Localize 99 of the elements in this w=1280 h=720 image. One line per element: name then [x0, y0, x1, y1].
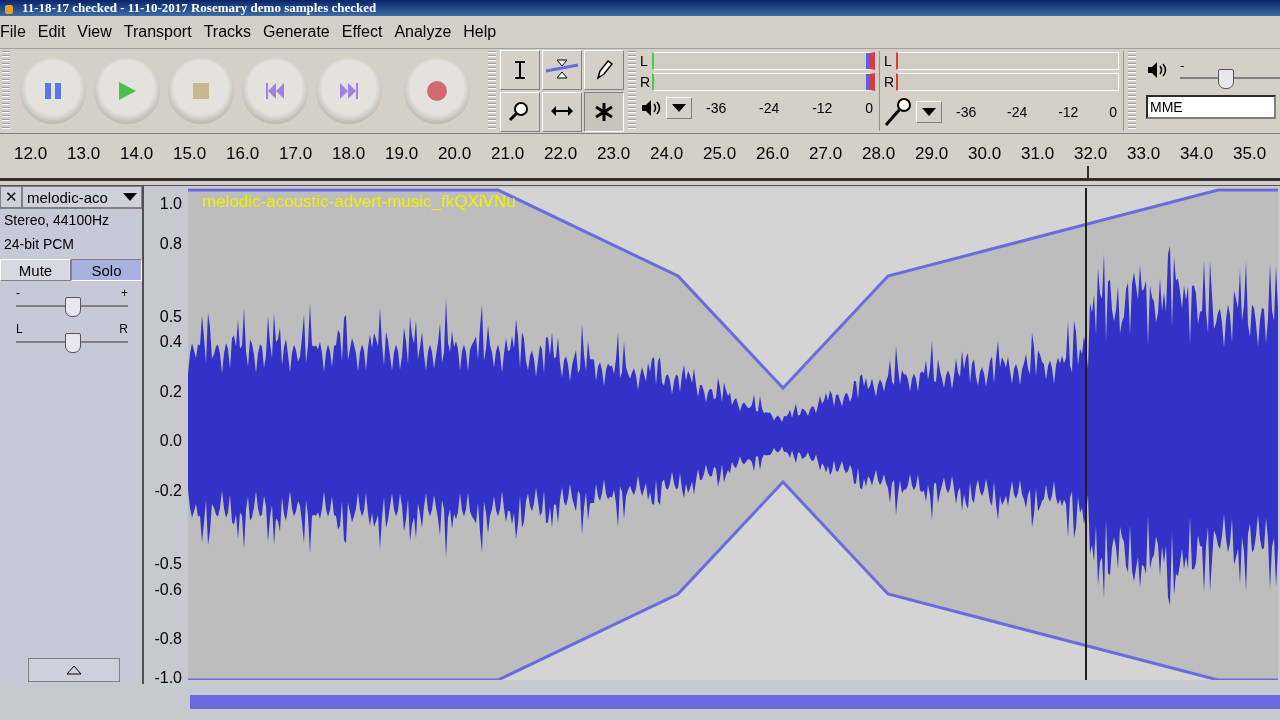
timeline-label: 21.0	[491, 144, 526, 164]
meter-tick-label: -36	[706, 100, 727, 116]
toolbar-grip[interactable]	[488, 51, 497, 131]
meter-tick-label: -12	[1058, 104, 1079, 120]
skip-start-icon	[264, 81, 285, 101]
timeline-label: 33.0	[1127, 144, 1162, 164]
timeline-label: 35.0	[1233, 144, 1268, 164]
collapse-button[interactable]	[28, 658, 120, 682]
timeline-label: 22.0	[544, 144, 579, 164]
menu-item[interactable]: Transport	[123, 23, 204, 41]
gain-slider-thumb[interactable]	[65, 297, 81, 317]
stop-icon	[190, 81, 211, 101]
mute-button[interactable]: Mute	[0, 259, 71, 281]
menu-item[interactable]: Generate	[263, 23, 342, 41]
timeline-label: 29.0	[915, 144, 950, 164]
amplitude-label: 1.0	[159, 196, 182, 212]
timeline-label: 17.0	[279, 144, 314, 164]
timeline-label: 20.0	[438, 144, 473, 164]
channel-label: L	[640, 52, 649, 69]
timeline-label: 15.0	[173, 144, 208, 164]
menu-item[interactable]: View	[77, 23, 124, 41]
skip-end-icon	[338, 81, 359, 101]
meter-tick-label: -24	[759, 100, 780, 116]
amplitude-label: -0.2	[154, 483, 182, 499]
channel-label: R	[884, 73, 894, 90]
speaker-icon	[1146, 60, 1168, 80]
clip-name: melodic-acoustic-advert-music_fkQXiVNu	[202, 192, 516, 212]
track-info-text: 24-bit PCM	[3, 235, 76, 254]
track-name-menu[interactable]: melodic-aco	[22, 186, 142, 208]
window-title: 11-18-17 checked - 11-10-2017 Rosemary demo samples checked	[22, 0, 377, 16]
volume-slider-thumb[interactable]	[1218, 69, 1234, 89]
timeline-label: 14.0	[120, 144, 155, 164]
channel-label: R	[640, 73, 650, 90]
dropdown-button[interactable]	[916, 101, 942, 123]
menu-item[interactable]: Effect	[341, 23, 395, 41]
timeline-label: 18.0	[332, 144, 367, 164]
microphone-icon	[884, 97, 912, 127]
timeline-label: 23.0	[597, 144, 632, 164]
meter-tick-label: 0	[865, 100, 873, 116]
meter-tick-label: -12	[812, 100, 833, 116]
caret-icon	[922, 108, 936, 116]
caret-icon	[123, 193, 137, 201]
menu-item[interactable]: Tracks	[203, 23, 264, 41]
timeline-label: 30.0	[968, 144, 1003, 164]
track-info-text: Stereo, 44100Hz	[3, 211, 111, 230]
menu-item[interactable]: Edit	[37, 23, 78, 41]
timeline-label: 12.0	[14, 144, 49, 164]
pan-min-label: L	[16, 323, 23, 335]
meter-tick-label: -24	[1007, 104, 1028, 120]
amplitude-label: 0.8	[159, 236, 182, 252]
timeline-label: 31.0	[1021, 144, 1056, 164]
toolbar-grip[interactable]	[1128, 51, 1136, 131]
toolbar-grip[interactable]	[628, 51, 636, 131]
minus-label: -	[1180, 61, 1186, 71]
gain-max-label: +	[121, 287, 128, 299]
timeline-label: 25.0	[703, 144, 738, 164]
timeline-label: 26.0	[756, 144, 791, 164]
menu-item[interactable]: Analyze	[394, 23, 464, 41]
timeline-label: 19.0	[385, 144, 420, 164]
i-beam-icon	[515, 61, 526, 79]
menu-item[interactable]: File	[0, 23, 38, 41]
amplitude-label: -0.6	[154, 582, 182, 598]
solo-button[interactable]: Solo	[71, 259, 142, 281]
meter-tick-label: 0	[1109, 104, 1117, 120]
amplitude-label: -0.5	[154, 556, 182, 572]
amplitude-label: 0.4	[159, 334, 182, 350]
host-field[interactable]: MME	[1146, 95, 1276, 119]
play-icon	[116, 81, 137, 101]
horizontal-scrollbar[interactable]	[190, 695, 1280, 709]
timeline-label: 13.0	[67, 144, 102, 164]
envelope-icon	[544, 59, 581, 81]
tool-button[interactable]	[584, 92, 625, 132]
speaker-icon	[640, 98, 662, 118]
app-icon	[4, 2, 14, 14]
timeline-label: 34.0	[1180, 144, 1215, 164]
dropdown-button[interactable]	[666, 97, 692, 119]
pause-icon	[42, 81, 63, 101]
gain-min-label: -	[16, 287, 20, 299]
amplitude-label: 0.2	[159, 384, 182, 400]
timeline-label: 28.0	[862, 144, 897, 164]
toolbar-grip[interactable]	[2, 51, 10, 131]
pan-slider-thumb[interactable]	[65, 333, 81, 353]
caret-icon	[672, 104, 686, 112]
amplitude-label: -0.8	[154, 631, 182, 647]
triangle-icon	[66, 665, 82, 675]
timeline-label: 32.0	[1074, 144, 1109, 164]
timeline-label: 27.0	[809, 144, 844, 164]
record-icon	[426, 81, 447, 101]
amplitude-label: -1.0	[154, 670, 182, 686]
close-track-button[interactable]: ✕	[0, 186, 22, 208]
menu-item[interactable]: Help	[463, 23, 509, 41]
playhead-marker	[1087, 166, 1089, 178]
amplitude-label: 0.5	[159, 309, 182, 325]
amplitude-label: 0.0	[159, 433, 182, 449]
pan-max-label: R	[119, 323, 128, 335]
timeline-label: 24.0	[650, 144, 685, 164]
timeline-label: 16.0	[226, 144, 261, 164]
meter-tick-label: -36	[956, 104, 977, 120]
channel-label: L	[884, 52, 893, 69]
